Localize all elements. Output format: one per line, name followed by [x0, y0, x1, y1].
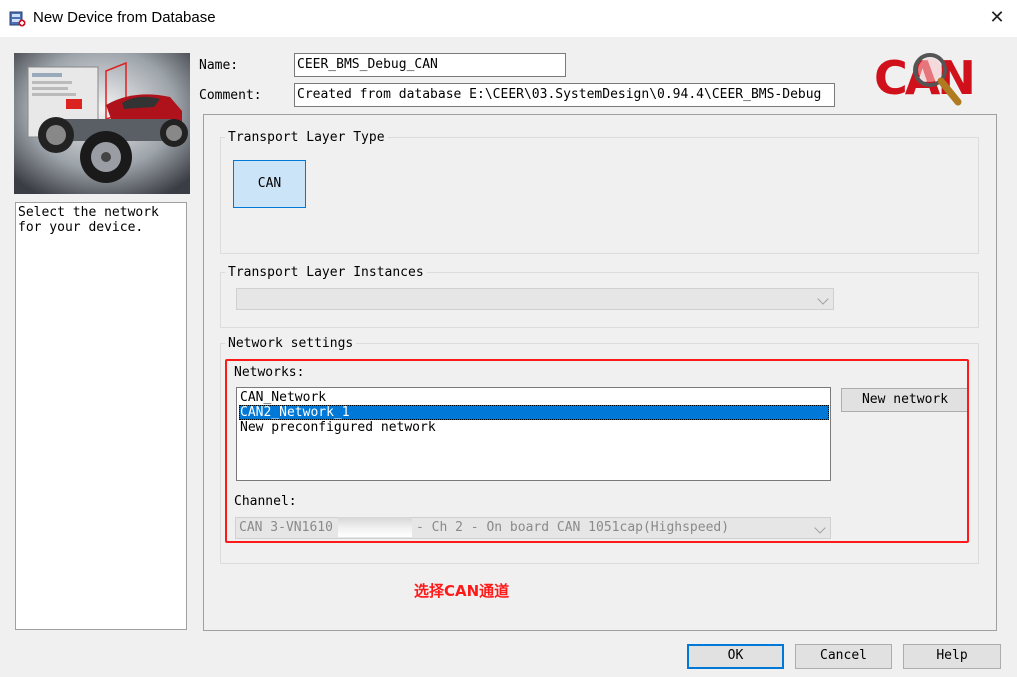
annotation-text: 选择CAN通道 [414, 582, 510, 600]
comment-field[interactable]: Created from database E:\CEER\03.SystemD… [294, 83, 835, 107]
ok-button[interactable]: OK [687, 644, 784, 669]
name-field[interactable]: CEER_BMS_Debug_CAN [294, 53, 566, 77]
description-text: Select the network for your device. [15, 202, 187, 630]
close-icon[interactable]: ✕ [985, 6, 1009, 30]
transport-type-title: Transport Layer Type [225, 130, 388, 145]
name-label: Name: [199, 58, 239, 73]
window-title: New Device from Database [33, 9, 216, 26]
transport-type-group [220, 137, 979, 254]
transport-instances-title: Transport Layer Instances [225, 265, 427, 280]
transport-instances-select[interactable] [236, 288, 834, 310]
vehicle-image [14, 53, 190, 194]
highlight-box [225, 359, 969, 543]
can-transport-button[interactable]: CAN [233, 160, 306, 208]
chevron-down-icon [817, 293, 829, 305]
network-settings-title: Network settings [225, 336, 357, 351]
comment-label: Comment: [199, 88, 262, 103]
help-button[interactable]: Help [903, 644, 1001, 669]
cancel-button[interactable]: Cancel [795, 644, 892, 669]
app-icon [9, 10, 26, 27]
can-logo: CAN [872, 44, 976, 108]
